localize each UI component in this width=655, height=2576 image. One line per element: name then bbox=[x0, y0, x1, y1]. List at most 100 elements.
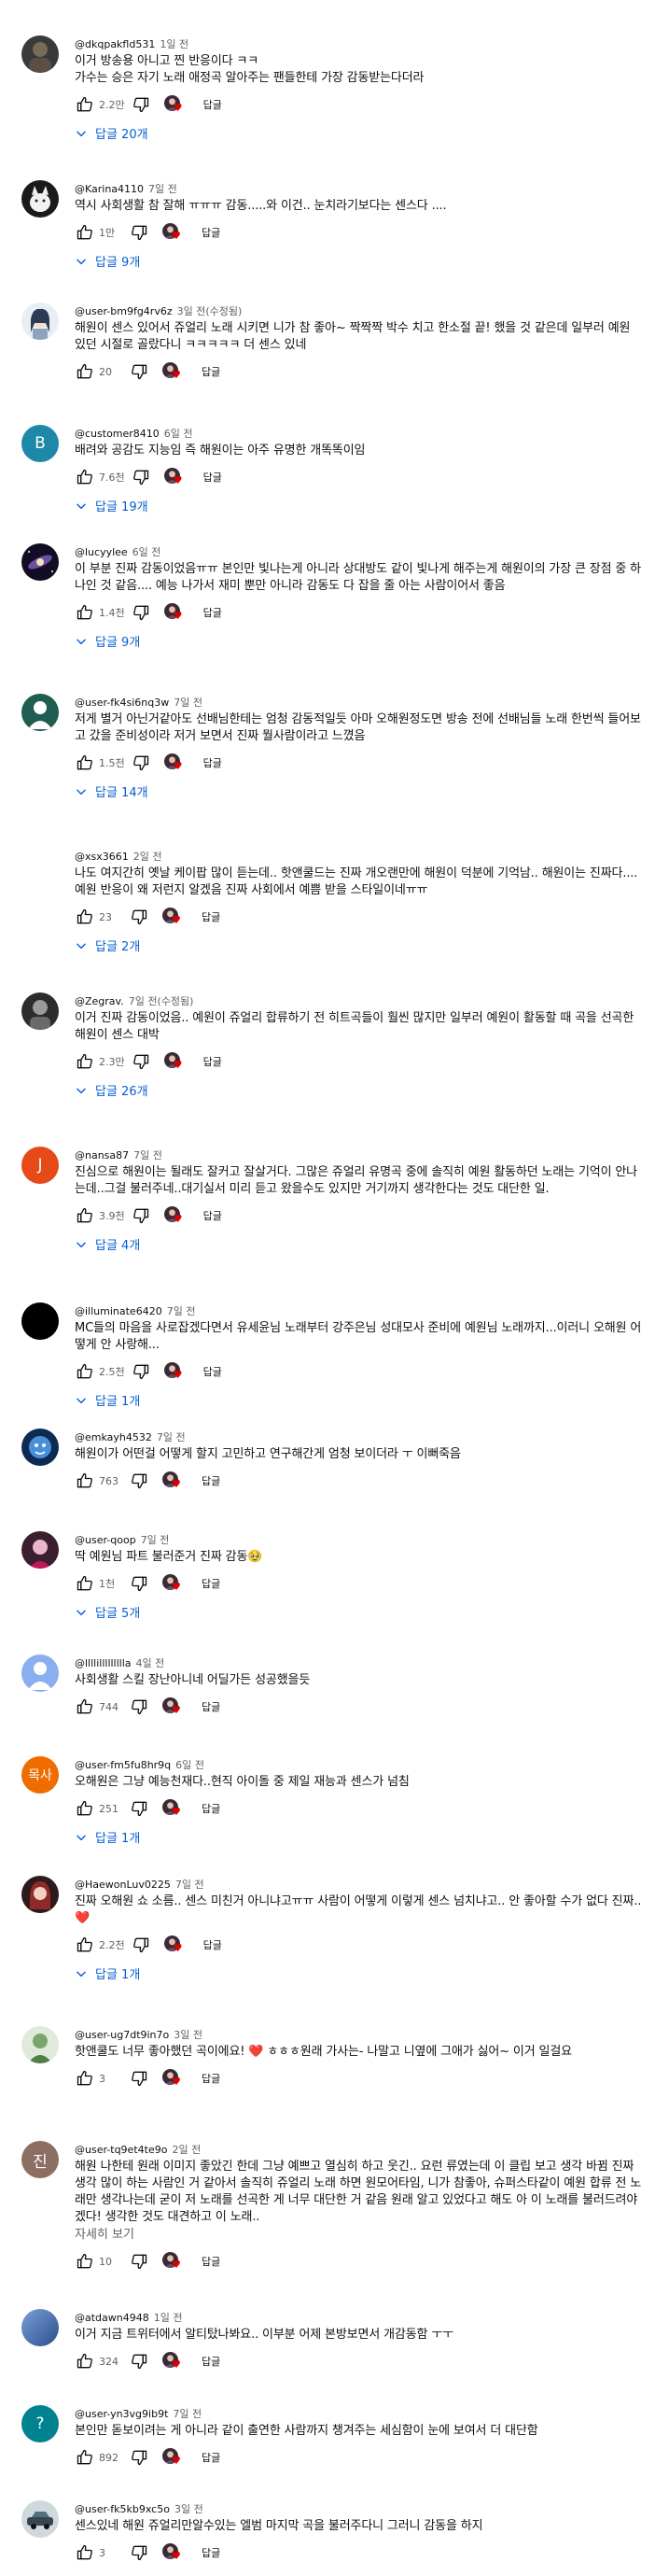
reply-button[interactable]: 답글 bbox=[202, 1801, 220, 1816]
thumbs-up-icon[interactable] bbox=[75, 602, 95, 623]
view-replies-button[interactable]: 답글 19개 bbox=[75, 497, 644, 514]
thumbs-down-icon[interactable] bbox=[131, 1051, 151, 1072]
comment-time[interactable]: 1일 전 bbox=[160, 38, 188, 50]
reply-button[interactable]: 답글 bbox=[202, 2545, 220, 2560]
avatar[interactable] bbox=[21, 1876, 59, 1913]
avatar[interactable] bbox=[21, 2309, 59, 2346]
author-name[interactable]: @llllillllllllla bbox=[75, 1657, 132, 1669]
avatar[interactable]: B bbox=[21, 425, 59, 462]
reply-button[interactable]: 답글 bbox=[202, 909, 220, 924]
thumbs-up-icon[interactable] bbox=[75, 1051, 95, 1072]
thumbs-down-icon[interactable] bbox=[129, 222, 149, 243]
thumbs-down-icon[interactable] bbox=[129, 2447, 149, 2468]
author-name[interactable]: @user-ug7dt9in7o bbox=[75, 2029, 169, 2041]
thumbs-up-icon[interactable] bbox=[75, 94, 95, 115]
avatar[interactable]: 진 bbox=[21, 2141, 59, 2178]
comment-time[interactable]: 7일 전 bbox=[141, 1534, 170, 1546]
author-name[interactable]: @user-fm5fu8hr9q bbox=[75, 1759, 171, 1771]
thumbs-up-icon[interactable] bbox=[75, 1205, 95, 1226]
thumbs-up-icon[interactable] bbox=[75, 2542, 95, 2563]
thumbs-down-icon[interactable] bbox=[129, 361, 149, 382]
avatar[interactable] bbox=[21, 992, 59, 1030]
author-name[interactable]: @user-qoop bbox=[75, 1534, 136, 1546]
reply-button[interactable]: 답글 bbox=[202, 364, 220, 379]
reply-button[interactable]: 답글 bbox=[202, 2450, 220, 2465]
author-name[interactable]: @dkqpakfld531 bbox=[75, 38, 155, 50]
thumbs-up-icon[interactable] bbox=[75, 2068, 95, 2089]
view-replies-button[interactable]: 답글 20개 bbox=[75, 124, 644, 142]
thumbs-up-icon[interactable] bbox=[75, 2447, 95, 2468]
author-name[interactable]: @Zegrav. bbox=[75, 995, 124, 1007]
thumbs-up-icon[interactable] bbox=[75, 907, 95, 927]
avatar[interactable] bbox=[21, 1429, 59, 1466]
thumbs-down-icon[interactable] bbox=[129, 1798, 149, 1819]
thumbs-down-icon[interactable] bbox=[131, 1205, 151, 1226]
reply-button[interactable]: 답글 bbox=[202, 1699, 220, 1714]
comment-time[interactable]: 6일 전 bbox=[175, 1759, 204, 1771]
author-name[interactable]: @xsx3661 bbox=[75, 851, 129, 863]
avatar[interactable] bbox=[21, 848, 59, 885]
author-name[interactable]: @user-tq9et4te9o bbox=[75, 2144, 167, 2156]
author-name[interactable]: @nansa87 bbox=[75, 1149, 129, 1161]
reply-button[interactable]: 답글 bbox=[202, 2254, 220, 2269]
thumbs-up-icon[interactable] bbox=[75, 753, 95, 773]
reply-button[interactable]: 답글 bbox=[203, 1364, 222, 1379]
thumbs-down-icon[interactable] bbox=[131, 1361, 151, 1382]
avatar[interactable] bbox=[21, 694, 59, 731]
author-name[interactable]: @Karina4110 bbox=[75, 183, 144, 195]
comment-time[interactable]: 7일 전 bbox=[174, 697, 202, 709]
avatar[interactable]: 목사 bbox=[21, 1756, 59, 1794]
reply-button[interactable]: 답글 bbox=[203, 470, 222, 485]
reply-button[interactable]: 답글 bbox=[203, 755, 222, 770]
comment-time[interactable]: 4일 전 bbox=[136, 1657, 165, 1669]
avatar[interactable]: ? bbox=[21, 2405, 59, 2442]
view-replies-button[interactable]: 답글 4개 bbox=[75, 1235, 644, 1253]
thumbs-down-icon[interactable] bbox=[129, 907, 149, 927]
reply-button[interactable]: 답글 bbox=[203, 1937, 222, 1952]
thumbs-up-icon[interactable] bbox=[75, 467, 95, 487]
thumbs-down-icon[interactable] bbox=[129, 2251, 149, 2272]
thumbs-down-icon[interactable] bbox=[131, 753, 151, 773]
avatar[interactable] bbox=[21, 180, 59, 218]
thumbs-down-icon[interactable] bbox=[129, 2542, 149, 2563]
author-name[interactable]: @emkayh4532 bbox=[75, 1431, 152, 1443]
thumbs-down-icon[interactable] bbox=[129, 1696, 149, 1717]
thumbs-up-icon[interactable] bbox=[75, 2351, 95, 2372]
view-replies-button[interactable]: 답글 1개 bbox=[75, 1964, 644, 1982]
view-replies-button[interactable]: 답글 1개 bbox=[75, 1828, 644, 1846]
avatar[interactable] bbox=[21, 1654, 59, 1692]
thumbs-up-icon[interactable] bbox=[75, 361, 95, 382]
thumbs-down-icon[interactable] bbox=[129, 1471, 149, 1491]
view-replies-button[interactable]: 답글 26개 bbox=[75, 1081, 644, 1099]
avatar[interactable] bbox=[21, 1531, 59, 1569]
view-replies-button[interactable]: 답글 9개 bbox=[75, 632, 644, 650]
avatar[interactable] bbox=[21, 35, 59, 73]
view-replies-button[interactable]: 답글 2개 bbox=[75, 936, 644, 954]
thumbs-up-icon[interactable] bbox=[75, 1573, 95, 1594]
thumbs-up-icon[interactable] bbox=[75, 1471, 95, 1491]
view-replies-button[interactable]: 답글 5개 bbox=[75, 1603, 644, 1621]
reply-button[interactable]: 답글 bbox=[202, 225, 220, 240]
author-name[interactable]: @HaewonLuv0225 bbox=[75, 1879, 171, 1891]
comment-time[interactable]: 3일 전 bbox=[174, 2503, 203, 2515]
comment-time[interactable]: 2일 전 bbox=[172, 2144, 201, 2156]
comment-time[interactable]: 6일 전 bbox=[132, 546, 161, 558]
author-name[interactable]: @user-fk5kb9xc5o bbox=[75, 2503, 170, 2515]
reply-button[interactable]: 답글 bbox=[203, 1054, 222, 1069]
reply-button[interactable]: 답글 bbox=[203, 97, 222, 112]
thumbs-down-icon[interactable] bbox=[129, 2068, 149, 2089]
view-replies-button[interactable]: 답글 1개 bbox=[75, 1391, 644, 1409]
comment-time[interactable]: 7일 전 bbox=[148, 183, 177, 195]
read-more-link[interactable]: 자세히 보기 bbox=[75, 2227, 644, 2244]
comment-time[interactable]: 2일 전 bbox=[133, 851, 162, 863]
author-name[interactable]: @customer8410 bbox=[75, 428, 160, 440]
avatar[interactable] bbox=[21, 1302, 59, 1340]
thumbs-down-icon[interactable] bbox=[131, 602, 151, 623]
comment-time[interactable]: 7일 전 bbox=[133, 1149, 162, 1161]
thumbs-down-icon[interactable] bbox=[131, 1935, 151, 1955]
thumbs-down-icon[interactable] bbox=[131, 94, 151, 115]
avatar[interactable]: J bbox=[21, 1147, 59, 1184]
comment-time[interactable]: 7일 전(수정됨) bbox=[129, 995, 194, 1007]
reply-button[interactable]: 답글 bbox=[202, 1473, 220, 1488]
reply-button[interactable]: 답글 bbox=[203, 1208, 222, 1223]
